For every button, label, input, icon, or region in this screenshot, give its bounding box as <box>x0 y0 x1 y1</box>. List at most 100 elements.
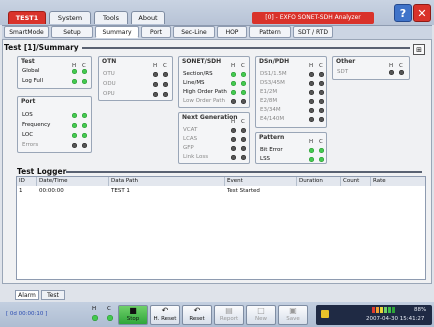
logfull-c-led <box>82 79 87 84</box>
tab-system[interactable]: System <box>49 11 91 24</box>
save-icon: ▣ <box>289 306 297 315</box>
los-h-led <box>72 113 77 118</box>
reset-arrow-icon: ↶ <box>193 306 201 315</box>
elapsed-time: [ 0d 00:00:10 ] <box>6 311 48 317</box>
new-button[interactable]: □ New <box>246 305 276 325</box>
reset-label: Reset <box>189 316 205 322</box>
col-count[interactable]: Count <box>341 177 371 186</box>
ds3-h-led <box>309 81 314 86</box>
subtab-summary[interactable]: Summary <box>95 26 139 38</box>
section-c-led <box>241 72 246 77</box>
group-dsn-pdh: DSn/PDH H C DS1/1.5M DS3/45M E1/2M E2/8M… <box>255 56 327 128</box>
summary-title: Test [1]/Summary <box>4 43 79 52</box>
reset-button[interactable]: ↶ Reset <box>182 305 212 325</box>
h-label: H <box>309 63 314 69</box>
test-logger-table[interactable]: ID Date/Time Data Path Event Duration Co… <box>16 176 426 280</box>
subtab-pattern[interactable]: Pattern <box>249 26 291 38</box>
row-e2: E2/8M <box>260 98 278 104</box>
col-data-path[interactable]: Data Path <box>109 177 225 186</box>
col-datetime[interactable]: Date/Time <box>37 177 109 186</box>
subtab-hop[interactable]: HOP <box>217 26 247 38</box>
tab-test[interactable]: Test <box>41 290 65 300</box>
save-label: Save <box>286 316 300 322</box>
lcas-h-led <box>231 137 236 142</box>
group-nextgen-title: Next Generation <box>182 114 238 121</box>
row-sdt: SDT <box>337 69 349 75</box>
lss-c-led <box>319 157 324 162</box>
subtab-sdt-rtd[interactable]: SDT / RTD <box>293 26 333 38</box>
cell-count <box>341 187 371 195</box>
row-gfp: GFP <box>183 145 194 151</box>
reset-arrow-icon: ↶ <box>161 306 169 315</box>
network-icon <box>321 310 329 318</box>
col-rate[interactable]: Rate <box>371 177 425 186</box>
group-sonet-title: SONET/SDH <box>182 58 222 65</box>
odu-c-led <box>163 82 168 87</box>
otu-h-led <box>153 72 158 77</box>
line-c-led <box>241 81 246 86</box>
close-icon: ✕ <box>417 7 427 20</box>
row-line-ms: Line/MS <box>183 80 205 86</box>
group-pattern-title: Pattern <box>259 134 285 141</box>
los-c-led <box>82 113 87 118</box>
gfp-c-led <box>241 146 246 151</box>
e4-c-led <box>319 117 324 122</box>
save-button[interactable]: ▣ Save <box>278 305 308 325</box>
cell-id: 1 <box>19 188 23 194</box>
row-e1: E1/2M <box>260 89 278 95</box>
stop-button[interactable]: ■ Stop <box>118 305 148 325</box>
row-ds3: DS3/45M <box>260 80 285 86</box>
row-ds1: DS1/1.5M <box>260 71 287 77</box>
subtab-smartmode[interactable]: SmartMode <box>4 26 49 38</box>
report-label: Report <box>219 316 239 322</box>
lop-c-led <box>241 99 246 104</box>
line-h-led <box>231 81 236 86</box>
subtab-port[interactable]: Port <box>141 26 171 38</box>
e2-h-led <box>309 99 314 104</box>
col-event[interactable]: Event <box>225 177 297 186</box>
row-lss: LSS <box>260 156 271 162</box>
tab-alarm[interactable]: Alarm <box>15 290 39 300</box>
sdt-h-led <box>389 70 394 75</box>
group-pattern: Pattern H C Bit Error LSS <box>255 132 327 164</box>
row-frequency: Frequency <box>22 122 51 128</box>
cell-data-path: TEST 1 <box>111 188 130 194</box>
help-button[interactable]: ? <box>394 4 412 22</box>
col-id[interactable]: ID <box>17 177 37 186</box>
h-reset-label: H. Reset <box>153 316 177 322</box>
errors-h-led <box>72 143 77 148</box>
gfp-h-led <box>231 146 236 151</box>
status-h-label: H <box>92 306 97 312</box>
row-global: Global <box>22 68 40 74</box>
e1-c-led <box>319 90 324 95</box>
c-label: C <box>163 63 167 69</box>
row-lcas: LCAS <box>183 136 198 142</box>
h-reset-button[interactable]: ↶ H. Reset <box>150 305 180 325</box>
report-button[interactable]: ▤ Report <box>214 305 244 325</box>
row-link-loss: Link Loss <box>183 154 209 160</box>
section-h-led <box>231 72 236 77</box>
overview-icon[interactable]: ⊞ <box>413 44 425 55</box>
row-e3: E3/34M <box>260 107 281 113</box>
errors-c-led <box>82 143 87 148</box>
c-label: C <box>241 63 245 69</box>
tab-about[interactable]: About <box>131 11 165 24</box>
e3-c-led <box>319 108 324 113</box>
c-label: C <box>399 63 403 69</box>
col-duration[interactable]: Duration <box>297 177 341 186</box>
row-odu: ODU <box>103 81 116 87</box>
tab-tools[interactable]: Tools <box>94 11 128 24</box>
h-label: H <box>309 139 314 145</box>
subtab-setup[interactable]: Setup <box>51 26 93 38</box>
subtab-sec-line[interactable]: Sec-Line <box>173 26 215 38</box>
hop-h-led <box>231 90 236 95</box>
tab-test1[interactable]: TEST1 <box>8 11 46 24</box>
help-icon: ? <box>399 7 407 20</box>
vcat-h-led <box>231 128 236 133</box>
e3-h-led <box>309 108 314 113</box>
close-button[interactable]: ✕ <box>413 4 431 22</box>
e4-h-led <box>309 117 314 122</box>
vcat-c-led <box>241 128 246 133</box>
row-los: LOS <box>22 112 33 118</box>
c-label: C <box>241 119 245 125</box>
